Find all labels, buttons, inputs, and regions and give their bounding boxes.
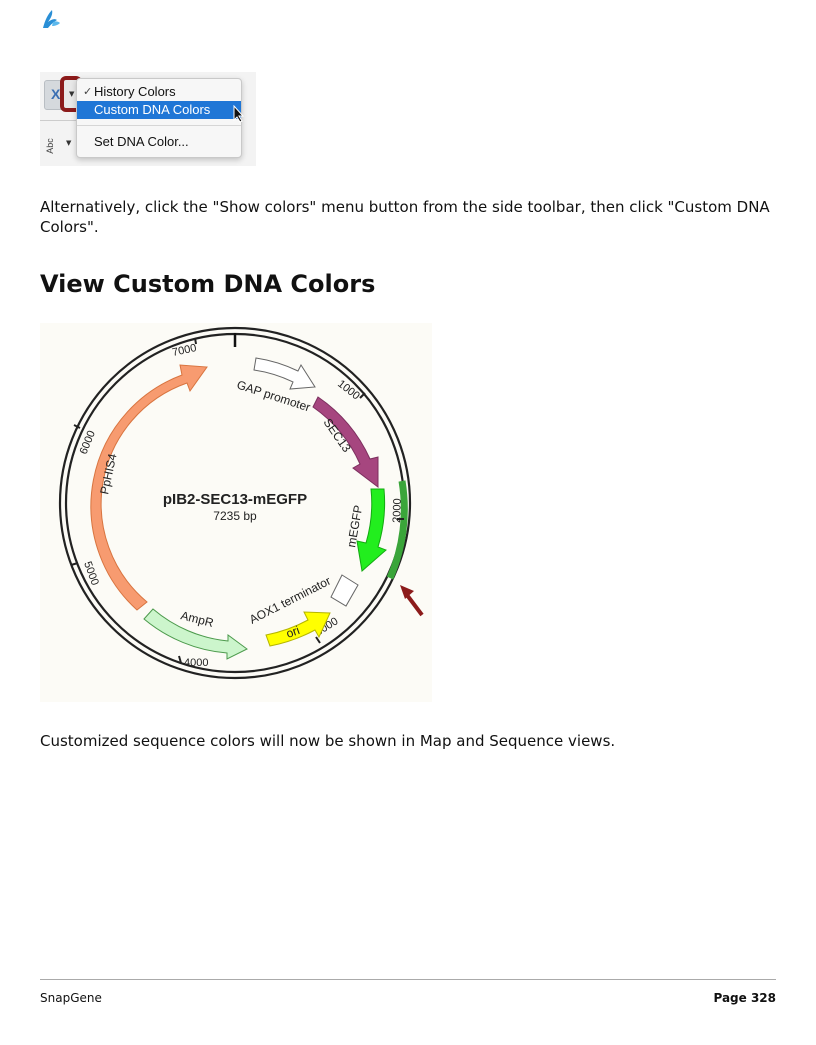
menu-item-label: Custom DNA Colors	[94, 102, 211, 117]
tick-label: 4000	[184, 657, 208, 669]
footer-divider	[40, 979, 776, 980]
checkmark-icon: ✓	[83, 86, 93, 98]
footer-page-number: Page 328	[713, 991, 776, 1005]
plasmid-size: 7235 bp	[213, 509, 257, 523]
colors-menu: ✓ History Colors Custom DNA Colors Set D…	[76, 78, 242, 158]
menu-separator	[77, 125, 241, 126]
footer-product: SnapGene	[40, 991, 102, 1005]
paragraph-instructions: Alternatively, click the "Show colors" m…	[40, 198, 770, 236]
snapgene-logo-icon	[43, 10, 60, 28]
section-heading: View Custom DNA Colors	[40, 270, 376, 298]
plasmid-name: pIB2-SEC13-mEGFP	[163, 491, 307, 508]
dna-color-icon: X	[51, 86, 61, 102]
mouse-cursor-icon	[233, 105, 245, 123]
text-toolbar-button[interactable]: Abc ▼	[40, 120, 76, 166]
paragraph-result: Customized sequence colors will now be s…	[40, 732, 616, 750]
abc-label: Abc	[44, 138, 55, 154]
menu-item-custom-dna-colors[interactable]: Custom DNA Colors	[77, 101, 241, 119]
menu-item-label: History Colors	[94, 84, 176, 99]
tick-label: 2000	[391, 498, 404, 523]
chevron-down-icon: ▼	[66, 139, 72, 147]
chevron-down-icon: ▼	[69, 90, 75, 98]
menu-screenshot: X ▼ Abc ▼ ✓ History Colors Custom DNA Co…	[40, 72, 256, 166]
menu-item-label: Set DNA Color...	[94, 134, 189, 149]
menu-item-set-dna-color[interactable]: Set DNA Color...	[77, 133, 241, 151]
plasmid-map: 1000 2000 3000 4000 5000 6000 7000 PpHIS…	[40, 323, 432, 702]
menu-item-history-colors[interactable]: ✓ History Colors	[77, 83, 241, 101]
